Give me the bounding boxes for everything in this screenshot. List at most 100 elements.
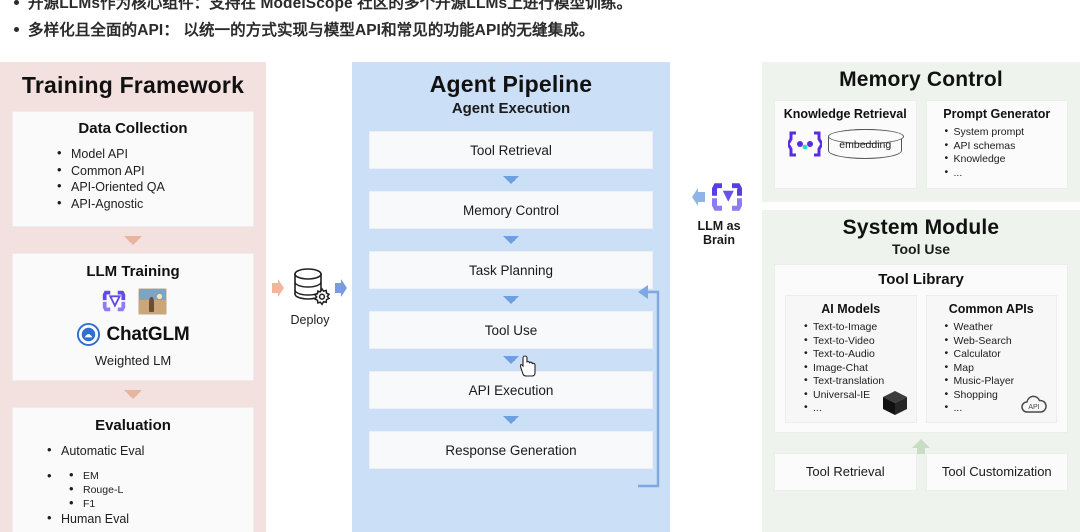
llm-as-brain: LLM as Brain — [676, 178, 762, 270]
training-framework-title: Training Framework — [21, 72, 245, 98]
modelscope-icon — [102, 290, 126, 312]
list-item: API-Agnostic — [57, 195, 253, 213]
embedding-database-icon: embedding — [827, 128, 904, 159]
list-item: Automatic Eval — [47, 442, 253, 460]
tool-customization-button[interactable]: Tool Customization — [925, 452, 1068, 491]
list-item: Common API — [57, 162, 253, 180]
arrow-down-icon — [124, 390, 142, 399]
list-item: API schemas — [945, 139, 1068, 154]
deploy-icon-row — [268, 265, 352, 311]
bullet-dot-icon — [14, 26, 19, 32]
list-item: Model API — [57, 145, 253, 163]
api-cloud-icon: API — [1021, 395, 1047, 413]
training-framework-panel: Training Framework Data Collection Model… — [0, 62, 266, 532]
list-item: Text-to-Audio — [804, 347, 916, 362]
list-item: F1 — [69, 496, 253, 511]
intro-bullet-1: 开源LLMs作为核心组件：支持在 ModelScope 社区的多个开源LLMs上… — [14, 0, 632, 13]
arrow-right-icon — [272, 279, 284, 297]
pipeline-step-tool-retrieval[interactable]: Tool Retrieval — [369, 131, 653, 169]
pipeline-step-api-execution[interactable]: API Execution — [369, 371, 653, 409]
arrow-down-icon — [124, 236, 142, 245]
list-item: Knowledge — [945, 152, 1068, 167]
chatglm-label: ChatGLM — [106, 323, 190, 345]
vector-embedding-icon — [788, 131, 823, 157]
modelscope-logo-icon — [711, 183, 742, 211]
pipeline-step-tool-use[interactable]: Tool Use — [369, 311, 653, 349]
tool-retrieval-button[interactable]: Tool Retrieval — [774, 452, 917, 491]
svg-text:API: API — [1028, 404, 1039, 411]
list-item: Image-Chat — [804, 361, 916, 376]
bullet-dot-icon — [14, 0, 19, 5]
agent-pipeline-panel: Agent Pipeline Agent Execution Tool Retr… — [352, 62, 670, 532]
system-module-panel: System Module Tool Use Tool Library AI M… — [762, 210, 1080, 532]
list-item: Text-to-Video — [804, 334, 916, 349]
common-apis-title: Common APIs — [948, 302, 1034, 316]
deploy-label: Deploy — [290, 313, 330, 327]
list-item: Text-translation — [804, 374, 916, 389]
chatglm-logo-row: ChatGLM — [13, 322, 253, 347]
pipeline-step-response-generation[interactable]: Response Generation — [369, 431, 653, 469]
arrow-left-icon — [691, 188, 705, 206]
ai-models-title: AI Models — [821, 302, 881, 316]
llm-training-card: LLM Training ChatGLM Weighted LM — [12, 253, 254, 381]
evaluation-list: Automatic Eval EM Rouge-L F1 Human Eval — [47, 442, 253, 528]
data-collection-list: Model API Common API API-Oriented QA API… — [57, 145, 253, 213]
list-item: Human Eval — [47, 510, 253, 528]
intro-bullets: 开源LLMs作为核心组件：支持在 ModelScope 社区的多个开源LLMs上… — [0, 0, 1080, 56]
list-item: Music-Player — [945, 374, 1057, 389]
llm-as-brain-label-line1: LLM as — [697, 219, 741, 233]
pipeline-step-task-planning[interactable]: Task Planning — [369, 251, 653, 289]
arrow-down-icon — [503, 356, 519, 364]
evaluation-sublist-wrap: EM Rouge-L F1 — [47, 468, 253, 511]
list-item: API-Oriented QA — [57, 178, 253, 196]
llm-as-brain-label: LLM as Brain — [676, 219, 762, 247]
system-module-title: System Module — [842, 216, 1000, 239]
list-item: Rouge-L — [69, 482, 253, 497]
system-module-subtitle: Tool Use — [891, 241, 951, 257]
tool-library-title: Tool Library — [878, 271, 964, 288]
tool-library-card: Tool Library AI Models Text-to-Image Tex… — [774, 264, 1068, 433]
list-item: EM — [69, 468, 253, 483]
prompt-generator-card: Prompt Generator System prompt API schem… — [925, 100, 1068, 189]
memory-control-panel: Memory Control Knowledge Retrieval embed… — [762, 62, 1080, 202]
arrow-down-icon — [503, 176, 519, 184]
arrow-up-icon — [912, 438, 930, 454]
list-item: ... — [945, 166, 1068, 181]
evaluation-card: Evaluation Automatic Eval EM Rouge-L F1 … — [12, 407, 254, 532]
cube-box-icon — [882, 390, 907, 415]
diagram-root: { "top_text": { "line1": "开源LLMs作为核心组件：支… — [0, 0, 1080, 532]
list-item: Weather — [945, 320, 1057, 335]
arrow-right-icon — [335, 279, 347, 297]
llm-as-brain-label-line2: Brain — [703, 233, 735, 247]
chatglm-icon — [77, 322, 101, 347]
knowledge-retrieval-card: Knowledge Retrieval embedding — [774, 100, 917, 189]
ai-models-card: AI Models Text-to-Image Text-to-Video Te… — [785, 295, 917, 423]
common-apis-card: Common APIs Weather Web-Search Calculato… — [925, 295, 1057, 423]
tool-library-columns: AI Models Text-to-Image Text-to-Video Te… — [785, 295, 1057, 423]
deploy-connector: Deploy — [268, 265, 352, 365]
list-item: Calculator — [945, 347, 1057, 362]
pointer-hand-cursor — [520, 355, 536, 377]
list-item: System prompt — [945, 125, 1068, 140]
intro-bullet-2-text: 多样化且全面的API： 以统一的方式实现与模型API和常见的功能API的无缝集成… — [28, 22, 595, 39]
database-gear-icon — [294, 268, 331, 306]
pipeline-step-memory-control[interactable]: Memory Control — [369, 191, 653, 229]
photo-thumbnail-icon — [138, 287, 167, 315]
data-collection-title: Data Collection — [78, 120, 188, 137]
arrow-down-icon — [503, 296, 519, 304]
agent-pipeline-title: Agent Pipeline — [429, 71, 593, 97]
prompt-generator-title: Prompt Generator — [943, 107, 1051, 121]
evaluation-sublist: EM Rouge-L F1 — [69, 468, 253, 511]
llm-training-title: LLM Training — [86, 263, 180, 280]
knowledge-retrieval-title: Knowledge Retrieval — [783, 107, 907, 121]
system-module-actions: Tool Retrieval Tool Customization — [774, 452, 1068, 491]
intro-bullet-2: 多样化且全面的API： 以统一的方式实现与模型API和常见的功能API的无缝集成… — [14, 18, 594, 40]
weighted-lm-caption: Weighted LM — [94, 353, 172, 368]
llm-training-logos — [13, 287, 253, 315]
knowledge-retrieval-visual: embedding — [775, 128, 916, 159]
arrow-down-icon — [503, 416, 519, 424]
embedding-label: embedding — [839, 139, 892, 151]
data-collection-card: Data Collection Model API Common API API… — [12, 111, 254, 227]
intro-bullet-1-text: 开源LLMs作为核心组件：支持在 ModelScope 社区的多个开源LLMs上… — [28, 0, 633, 12]
loop-arrow-icon — [638, 285, 660, 488]
